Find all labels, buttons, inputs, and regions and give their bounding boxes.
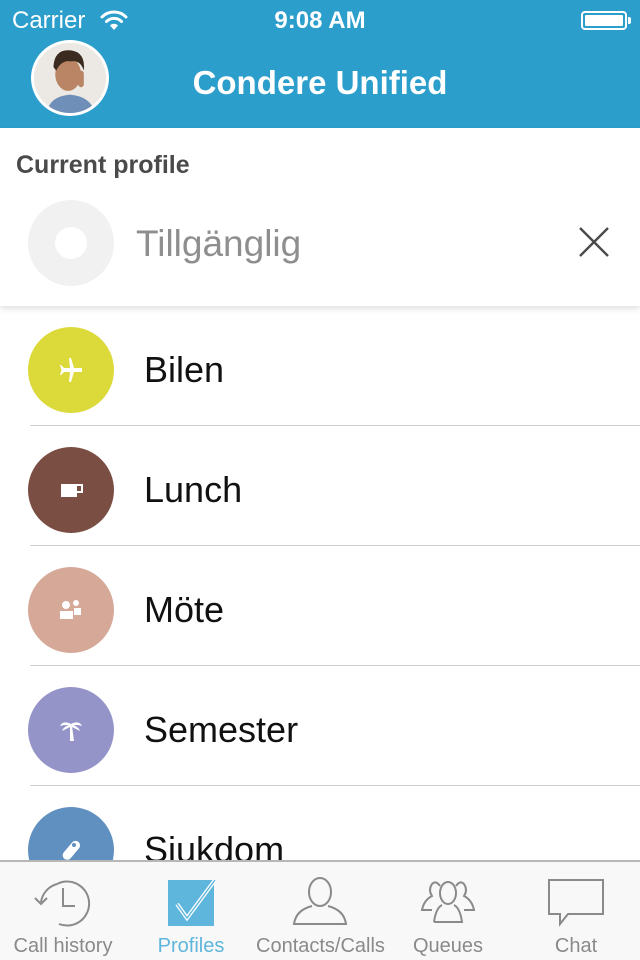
airplane-icon xyxy=(60,358,82,382)
profile-color-circle xyxy=(28,447,114,533)
tab-label: Chat xyxy=(554,935,598,957)
profile-list[interactable]: Bilen Lunch Möte Semester Sjukdom xyxy=(0,306,640,860)
speech-bubble-icon xyxy=(548,879,604,927)
tab-label: Call history xyxy=(13,935,113,957)
tab-profiles[interactable]: Profiles xyxy=(126,862,256,960)
app-header: Carrier 9:08 AM Condere Unified xyxy=(0,0,640,128)
group-icon xyxy=(420,881,476,923)
profile-item-semester[interactable]: Semester xyxy=(0,666,640,786)
profile-name: Bilen xyxy=(144,349,225,390)
status-bar: Carrier 9:08 AM xyxy=(0,0,640,40)
current-profile-section: Current profile Tillgänglig xyxy=(0,128,640,306)
pill-icon xyxy=(62,840,81,860)
app-title: Condere Unified xyxy=(192,64,448,101)
tab-queues[interactable]: Queues xyxy=(384,862,512,960)
tab-bar: Call history Profiles Contacts/Calls Que… xyxy=(0,860,640,960)
profile-item-sjukdom[interactable]: Sjukdom xyxy=(0,786,640,860)
profile-color-circle xyxy=(28,687,114,773)
tab-contacts-calls[interactable]: Contacts/Calls xyxy=(256,862,385,960)
profile-name: Semester xyxy=(144,709,299,750)
profile-name: Lunch xyxy=(144,469,243,510)
tab-label: Contacts/Calls xyxy=(256,935,385,957)
battery-tip xyxy=(628,17,631,24)
tab-label: Profiles xyxy=(157,935,225,957)
coffee-cup-icon xyxy=(61,484,83,497)
checkmark-square-icon xyxy=(168,878,217,926)
tab-chat[interactable]: Chat xyxy=(512,862,640,960)
history-clock-icon xyxy=(34,880,91,927)
current-profile-status-icon xyxy=(28,200,114,286)
battery-icon xyxy=(581,11,627,30)
profile-item-bilen[interactable]: Bilen xyxy=(0,306,640,426)
profile-color-circle xyxy=(28,327,114,413)
current-profile-label: Current profile xyxy=(16,151,190,179)
tab-call-history[interactable]: Call history xyxy=(0,862,126,960)
profile-item-mote[interactable]: Möte xyxy=(0,546,640,666)
profile-name: Sjukdom xyxy=(144,829,285,860)
current-profile-name: Tillgänglig xyxy=(136,223,302,264)
meeting-people-icon xyxy=(60,600,81,619)
person-icon xyxy=(292,877,348,925)
profile-name: Möte xyxy=(144,589,225,630)
profile-color-circle xyxy=(28,807,114,860)
palm-tree-icon xyxy=(60,722,82,741)
tab-label: Queues xyxy=(412,935,484,957)
close-icon[interactable] xyxy=(576,224,612,260)
profile-color-circle xyxy=(28,567,114,653)
status-time: 9:08 AM xyxy=(274,7,366,34)
profile-item-lunch[interactable]: Lunch xyxy=(0,426,640,546)
